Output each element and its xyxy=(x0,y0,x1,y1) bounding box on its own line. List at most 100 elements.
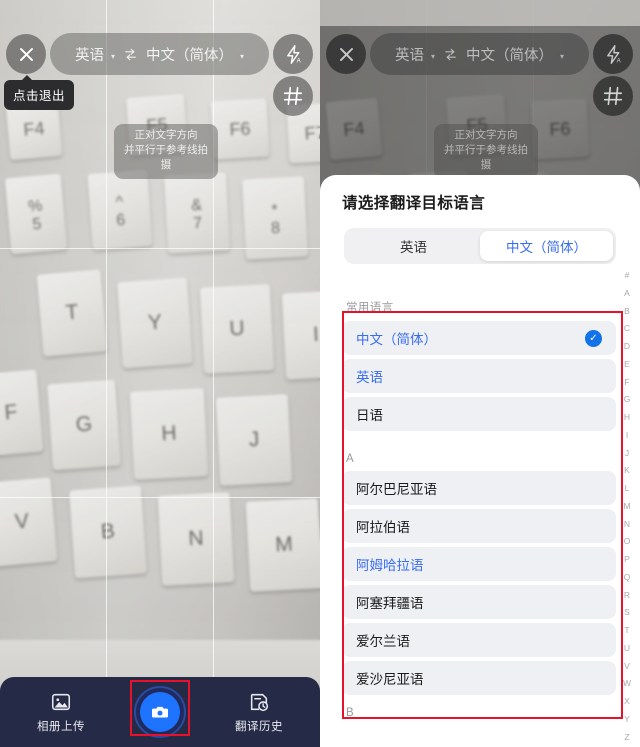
capture-hint-line-1: 正对文字方向 xyxy=(454,129,518,141)
alphabet-index-letter[interactable]: L xyxy=(625,484,630,493)
list-item[interactable]: 阿塞拜疆语 xyxy=(342,585,616,619)
chevron-down-icon: ▾ xyxy=(430,51,435,61)
camera-top-controls-dimmed: 英语 ▾ 中文（简体） ▾ A xyxy=(320,0,640,116)
list-item[interactable]: 爱沙尼亚语 xyxy=(342,661,616,695)
close-icon xyxy=(19,47,33,61)
grid-toggle-button[interactable] xyxy=(273,76,313,116)
grid-toggle-button[interactable] xyxy=(593,76,633,116)
target-language-label: 中文（简体） xyxy=(146,47,233,64)
capture-hint-line-2: 并平行于参考线拍摄 xyxy=(444,144,528,172)
language-label: 阿尔巴尼亚语 xyxy=(356,482,437,497)
camera-bottom-bar: 相册上传 翻译历史 xyxy=(0,677,320,747)
alphabet-index-letter[interactable]: A xyxy=(624,289,630,298)
shutter-button[interactable] xyxy=(133,685,187,739)
reference-line-vertical xyxy=(213,0,214,747)
svg-text:A: A xyxy=(296,57,301,64)
list-item[interactable]: 阿尔巴尼亚语 xyxy=(342,471,616,505)
language-label: 中文（简体） xyxy=(356,332,437,347)
grid-icon xyxy=(603,86,623,106)
alphabet-index-letter[interactable]: S xyxy=(624,608,630,617)
language-label: 阿姆哈拉语 xyxy=(356,558,424,573)
list-item[interactable]: 阿姆哈拉语 xyxy=(342,547,616,581)
alphabet-index-letter[interactable]: F xyxy=(624,377,629,387)
shutter-inner xyxy=(140,692,180,732)
alphabet-index-letter[interactable]: Y xyxy=(624,715,630,724)
language-label: 英语 xyxy=(356,370,383,385)
photo-icon xyxy=(51,693,71,710)
target-language-label: 中文（简体） xyxy=(466,47,553,64)
alphabet-index-letter[interactable]: M xyxy=(623,502,630,511)
flash-button[interactable]: A xyxy=(593,34,633,74)
list-item[interactable]: 日语 xyxy=(342,397,616,431)
close-button[interactable] xyxy=(326,34,366,74)
chevron-down-icon: ▾ xyxy=(560,51,565,61)
reference-line-vertical xyxy=(106,0,107,747)
capture-hint-line-2: 并平行于参考线拍摄 xyxy=(124,144,208,172)
capture-hint-bubble: 正对文字方向 并平行于参考线拍摄 xyxy=(114,124,218,179)
language-label: 日语 xyxy=(356,408,383,423)
source-language-label: 英语 xyxy=(394,47,424,64)
list-item[interactable]: 中文（简体） ✓ xyxy=(342,321,616,355)
alphabet-index-letter[interactable]: J xyxy=(625,448,629,458)
language-label: 爱尔兰语 xyxy=(356,634,410,649)
language-direction-segmented-control[interactable]: 英语 中文（简体） xyxy=(344,228,616,264)
alphabet-index-letter[interactable]: G xyxy=(624,395,631,404)
flash-auto-icon: A xyxy=(286,44,301,64)
alphabet-index-letter[interactable]: Z xyxy=(624,732,629,742)
translation-history-button[interactable]: 翻译历史 xyxy=(228,691,290,734)
alphabet-index-letter[interactable]: U xyxy=(624,644,630,653)
swap-languages-icon xyxy=(445,48,456,60)
translation-history-label: 翻译历史 xyxy=(235,720,283,733)
section-label-a: A xyxy=(346,453,355,465)
grid-icon xyxy=(283,86,303,106)
swap-languages-button[interactable] xyxy=(122,47,139,62)
alphabet-index-letter[interactable]: C xyxy=(624,324,630,333)
language-selector-pill[interactable]: 英语 ▾ 中文（简体） ▾ xyxy=(50,33,269,75)
flash-button[interactable]: A xyxy=(273,34,313,74)
right-screen-language-sheet: F4 F5 F6 % ^ & 英语 ▾ xyxy=(320,0,640,747)
album-upload-button[interactable]: 相册上传 xyxy=(30,691,92,734)
history-icon xyxy=(250,693,269,711)
section-label-b: B xyxy=(346,707,355,719)
alphabet-index-letter[interactable]: W xyxy=(623,679,631,688)
alphabet-index-letter[interactable]: O xyxy=(624,537,631,546)
list-item[interactable]: 阿拉伯语 xyxy=(342,509,616,543)
alphabet-index[interactable]: # A B C D E F G H I J K L M N O P Q R S T U V W X Y Z xyxy=(618,271,636,741)
alphabet-index-letter[interactable]: # xyxy=(625,271,630,280)
source-language-label: 英语 xyxy=(74,47,104,64)
language-label: 爱沙尼亚语 xyxy=(356,672,424,687)
left-screen-camera: F4 F5 F6 F7 %5 ^6 &7 *8 T Y xyxy=(0,0,320,747)
segment-target-language[interactable]: 中文（简体） xyxy=(480,231,613,261)
chevron-down-icon: ▾ xyxy=(110,51,115,61)
alphabet-index-letter[interactable]: K xyxy=(624,466,630,475)
list-item[interactable]: 爱尔兰语 xyxy=(342,623,616,657)
alphabet-index-letter[interactable]: V xyxy=(624,661,630,671)
capture-hint-bubble: 正对文字方向 并平行于参考线拍摄 xyxy=(434,124,538,179)
alphabet-index-letter[interactable]: Q xyxy=(624,573,631,582)
close-icon xyxy=(339,47,353,61)
alphabet-index-letter[interactable]: I xyxy=(626,431,628,440)
alphabet-index-letter[interactable]: X xyxy=(624,697,630,706)
alphabet-index-letter[interactable]: N xyxy=(624,519,630,529)
close-button[interactable] xyxy=(6,34,46,74)
list-item[interactable]: 英语 xyxy=(342,359,616,393)
capture-hint-line-1: 正对文字方向 xyxy=(134,129,198,141)
alphabet-index-letter[interactable]: H xyxy=(624,413,630,422)
section-label-common: 常用语言 xyxy=(346,302,394,314)
swap-languages-button[interactable] xyxy=(442,47,459,62)
alphabet-index-letter[interactable]: T xyxy=(624,626,629,635)
segment-source-language[interactable]: 英语 xyxy=(347,231,480,261)
language-list[interactable]: 常用语言 中文（简体） ✓ 英语 日语 A 阿尔巴尼亚语 阿拉伯语 阿姆哈拉语 … xyxy=(320,283,640,747)
album-upload-label: 相册上传 xyxy=(37,720,85,733)
screenshot-root: F4 F5 F6 F7 %5 ^6 &7 *8 T Y xyxy=(0,0,640,747)
alphabet-index-letter[interactable]: R xyxy=(624,590,630,600)
alphabet-index-letter[interactable]: E xyxy=(624,360,630,369)
chevron-down-icon: ▾ xyxy=(240,51,245,61)
photo-blur-layer xyxy=(0,0,320,747)
alphabet-index-letter[interactable]: B xyxy=(624,306,630,316)
swap-languages-icon xyxy=(125,48,136,60)
alphabet-index-letter[interactable]: D xyxy=(624,342,630,351)
flash-auto-icon: A xyxy=(606,44,621,64)
language-selector-pill[interactable]: 英语 ▾ 中文（简体） ▾ xyxy=(370,33,589,75)
alphabet-index-letter[interactable]: P xyxy=(624,555,630,564)
